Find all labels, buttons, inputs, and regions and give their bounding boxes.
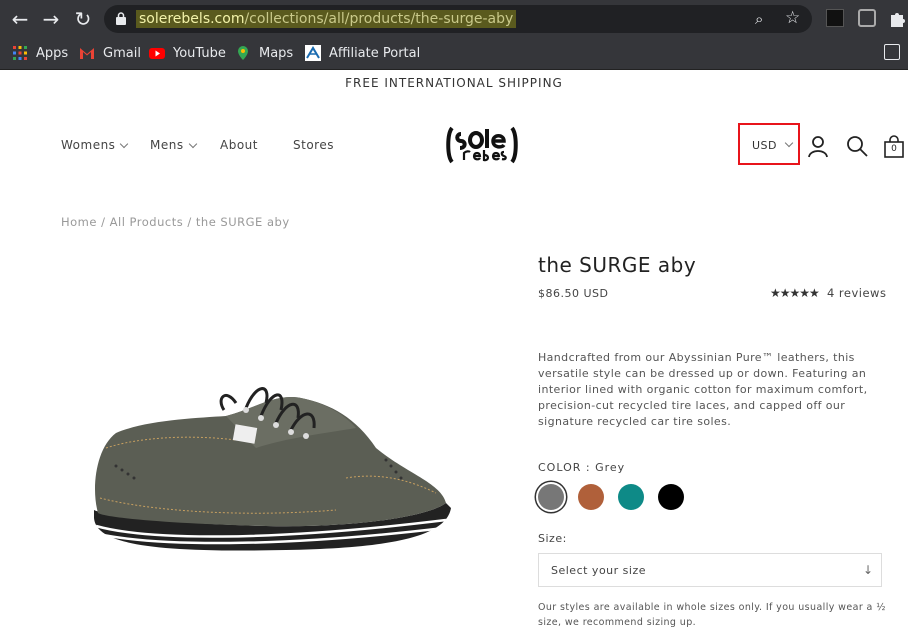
bookmark-label: Affiliate Portal xyxy=(329,45,421,61)
bookmark-label: Apps xyxy=(36,45,69,61)
size-select[interactable]: Select your size ↓ xyxy=(538,553,882,587)
product-price: $86.50 USD xyxy=(538,287,609,300)
solerebels-logo[interactable] xyxy=(446,124,518,166)
url-text[interactable]: solerebels.com/collections/all/products/… xyxy=(136,10,517,28)
size-select-value: Select your size xyxy=(551,564,646,577)
rating-stars-icon: ★★★★★ xyxy=(770,286,820,300)
nav-about[interactable]: About xyxy=(220,138,258,152)
extension-icon[interactable] xyxy=(826,9,844,27)
bookmark-apps[interactable]: Apps xyxy=(12,44,68,62)
breadcrumb: Home / All Products / the SURGE aby xyxy=(61,215,290,229)
swatch-black[interactable] xyxy=(658,484,684,510)
reading-list-icon[interactable] xyxy=(884,44,900,60)
bookmarks-bar: Apps Gmail YouTube Maps Affiliate Portal xyxy=(0,37,908,70)
extensions-puzzle-icon[interactable] xyxy=(888,9,906,27)
account-icon[interactable] xyxy=(806,134,830,158)
swatch-teal[interactable] xyxy=(618,484,644,510)
address-bar[interactable]: solerebels.com/collections/all/products/… xyxy=(104,5,812,33)
bookmark-label: Maps xyxy=(259,45,294,61)
bookmark-youtube[interactable]: YouTube xyxy=(149,44,226,62)
chevron-down-icon xyxy=(188,139,197,149)
browser-toolbar: ← → ↻ solerebels.com/collections/all/pro… xyxy=(0,0,908,37)
promo-banner: FREE INTERNATIONAL SHIPPING xyxy=(345,76,563,90)
url-path: /collections/all/products/the-surge-aby xyxy=(244,11,514,27)
bookmark-label: Gmail xyxy=(103,45,141,61)
product-title: the SURGE aby xyxy=(538,253,697,277)
product-rating[interactable]: ★★★★★ 4 reviews xyxy=(770,286,886,300)
arrow-down-icon: ↓ xyxy=(863,563,874,577)
color-label: COLOR : Grey xyxy=(538,461,626,474)
url-host: solerebels.com xyxy=(139,11,245,27)
search-icon[interactable] xyxy=(845,134,869,158)
chevron-down-icon xyxy=(120,139,129,149)
reload-icon[interactable]: ↻ xyxy=(71,7,95,31)
back-icon[interactable]: ← xyxy=(8,7,32,31)
zoom-icon[interactable]: ⌕ xyxy=(755,10,763,28)
youtube-icon xyxy=(149,48,165,59)
currency-value: USD xyxy=(752,139,778,152)
lock-icon xyxy=(116,12,126,25)
bookmark-maps[interactable]: Maps xyxy=(235,44,293,62)
affiliate-portal-icon xyxy=(305,45,321,61)
currency-selector[interactable]: USD xyxy=(738,123,800,165)
nav-mens-label: Mens xyxy=(150,138,184,152)
bookmark-star-icon[interactable]: ☆ xyxy=(785,8,800,28)
size-note: Our styles are available in whole sizes … xyxy=(538,602,886,628)
product-description: Handcrafted from our Abyssinian Pure™ le… xyxy=(538,351,868,428)
nav-mens[interactable]: Mens xyxy=(150,138,197,152)
nav-womens-label: Womens xyxy=(61,138,116,152)
bookmark-affiliate-portal[interactable]: Affiliate Portal xyxy=(305,44,420,62)
size-label: Size: xyxy=(538,532,567,545)
forward-icon[interactable]: → xyxy=(39,7,63,31)
reviews-count: 4 reviews xyxy=(826,286,887,300)
apps-grid-icon xyxy=(13,46,27,60)
extension-icon-2[interactable] xyxy=(858,9,876,27)
swatch-grey[interactable] xyxy=(538,484,564,510)
nav-stores[interactable]: Stores xyxy=(293,138,334,152)
product-image[interactable] xyxy=(86,378,456,558)
cart-button[interactable]: 0 xyxy=(883,134,905,158)
swatch-brown[interactable] xyxy=(578,484,604,510)
bookmark-gmail[interactable]: Gmail xyxy=(79,44,141,62)
maps-icon xyxy=(238,46,248,60)
cart-count: 0 xyxy=(891,144,897,154)
bookmark-label: YouTube xyxy=(173,45,226,61)
chevron-down-icon xyxy=(784,138,794,148)
nav-womens[interactable]: Womens xyxy=(61,138,129,152)
gmail-icon xyxy=(80,48,94,59)
